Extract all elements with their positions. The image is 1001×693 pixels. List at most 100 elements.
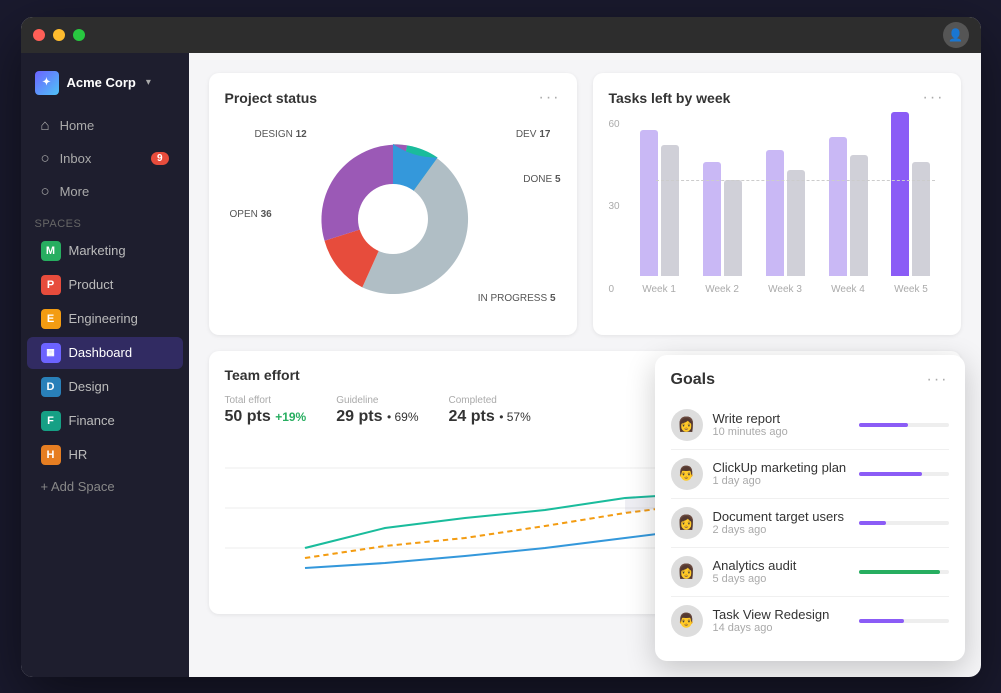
pie-chart-container: DEV 17 DONE 5 IN PROGRESS 5 OPEN 36 — [225, 119, 561, 319]
team-effort-title: Team effort — [225, 367, 300, 383]
stat-completed-label: Completed — [449, 395, 531, 406]
goal-item-taskview: 👨 Task View Redesign 14 days ago — [671, 597, 949, 645]
sidebar-item-dashboard[interactable]: ▦ Dashboard — [27, 337, 183, 369]
sidebar-item-finance[interactable]: F Finance — [27, 405, 183, 437]
sidebar-item-marketing[interactable]: M Marketing — [27, 235, 183, 267]
sidebar-item-more[interactable]: ○ More — [27, 176, 183, 207]
dashboard-label: Dashboard — [69, 345, 133, 360]
add-space-label: + Add Space — [41, 479, 115, 494]
dashboard-space-icon: ▦ — [41, 343, 61, 363]
sidebar-item-inbox[interactable]: ○ Inbox 9 — [27, 143, 183, 174]
week3-bars — [766, 100, 805, 276]
pie-label-dev: DEV 17 — [516, 129, 551, 140]
workspace-name: Acme Corp — [67, 75, 136, 90]
goal-time-clickup: 1 day ago — [713, 475, 849, 487]
sidebar-item-hr[interactable]: H HR — [27, 439, 183, 471]
stat-completed-pts: 24 pts — [449, 408, 495, 425]
hr-label: HR — [69, 447, 88, 462]
goal-time-write-report: 10 minutes ago — [713, 426, 849, 438]
sidebar: ✦ Acme Corp ▾ ⌂ Home ○ Inbox 9 ○ More Sp… — [21, 53, 189, 677]
finance-label: Finance — [69, 413, 115, 428]
app-body: ✦ Acme Corp ▾ ⌂ Home ○ Inbox 9 ○ More Sp… — [21, 53, 981, 677]
engineering-label: Engineering — [69, 311, 138, 326]
week4-group: Week 4 — [819, 100, 878, 295]
bar-chart-area: Week 1 Week 2 — [626, 119, 945, 319]
project-status-menu[interactable]: ··· — [539, 89, 561, 107]
goal-bar-fill-write-report — [859, 423, 909, 427]
goal-item-write-report: 👩 Write report 10 minutes ago — [671, 401, 949, 450]
week3-left-bar — [766, 150, 784, 276]
goals-header: Goals ··· — [671, 371, 949, 389]
sidebar-item-design[interactable]: D Design — [27, 371, 183, 403]
stat-guideline-value: 29 pts • 69% — [336, 408, 418, 426]
app-window: 👤 ✦ Acme Corp ▾ ⌂ Home ○ Inbox 9 ○ More — [21, 17, 981, 677]
more-icon: ○ — [41, 183, 50, 200]
week5-group: Week 5 — [882, 100, 941, 295]
bar-chart: 60 30 0 — [609, 119, 945, 319]
project-status-header: Project status ··· — [225, 89, 561, 107]
goal-info-write-report: Write report 10 minutes ago — [713, 411, 849, 438]
week2-left-bar — [703, 162, 721, 275]
product-label: Product — [69, 277, 114, 292]
marketing-label: Marketing — [69, 243, 126, 258]
tasks-by-week-card: Tasks left by week ··· 60 30 0 — [593, 73, 961, 335]
marketing-space-icon: M — [41, 241, 61, 261]
inbox-icon: ○ — [41, 150, 50, 167]
close-button[interactable] — [33, 29, 45, 41]
sidebar-item-engineering[interactable]: E Engineering — [27, 303, 183, 335]
week1-completed-bar — [661, 145, 679, 276]
stat-total-label: Total effort — [225, 395, 307, 406]
sidebar-inbox-label: Inbox — [60, 151, 92, 166]
goal-info-document: Document target users 2 days ago — [713, 509, 849, 536]
goals-menu[interactable]: ··· — [927, 371, 949, 389]
goal-item-document: 👩 Document target users 2 days ago — [671, 499, 949, 548]
goal-bar-taskview — [859, 619, 949, 623]
week5-left-bar — [891, 112, 909, 275]
goal-info-analytics: Analytics audit 5 days ago — [713, 558, 849, 585]
goal-item-analytics: 👩 Analytics audit 5 days ago — [671, 548, 949, 597]
maximize-button[interactable] — [73, 29, 85, 41]
hr-space-icon: H — [41, 445, 61, 465]
stat-completed-change: • 57% — [499, 410, 531, 424]
top-grid: Project status ··· — [209, 73, 961, 335]
goal-time-taskview: 14 days ago — [713, 622, 849, 634]
goal-name-analytics: Analytics audit — [713, 558, 849, 573]
week2-label: Week 2 — [705, 284, 739, 295]
minimize-button[interactable] — [53, 29, 65, 41]
week3-label: Week 3 — [768, 284, 802, 295]
goal-name-write-report: Write report — [713, 411, 849, 426]
spaces-section-label: Spaces — [21, 208, 189, 234]
goal-bar-fill-clickup — [859, 472, 922, 476]
goal-info-taskview: Task View Redesign 14 days ago — [713, 607, 849, 634]
pie-label-inprogress: IN PROGRESS 5 — [478, 293, 556, 304]
workspace-chevron-icon: ▾ — [146, 77, 151, 88]
sidebar-more-label: More — [60, 184, 90, 199]
week2-completed-bar — [724, 180, 742, 276]
sidebar-item-home[interactable]: ⌂ Home — [27, 110, 183, 141]
y-label-0: 0 — [609, 284, 620, 295]
product-space-icon: P — [41, 275, 61, 295]
stat-guideline: Guideline 29 pts • 69% — [336, 395, 418, 426]
goal-bar-document — [859, 521, 949, 525]
goal-bar-fill-analytics — [859, 570, 940, 574]
week4-completed-bar — [850, 155, 868, 276]
pie-label-open: OPEN 36 — [230, 209, 272, 220]
goals-title: Goals — [671, 371, 715, 389]
workspace-header[interactable]: ✦ Acme Corp ▾ — [21, 65, 189, 109]
avatar[interactable]: 👤 — [943, 22, 969, 48]
goals-card: Goals ··· 👩 Write report 10 minutes ago … — [655, 355, 965, 661]
goal-avatar-document: 👩 — [671, 507, 703, 539]
main-wrapper: Project status ··· — [189, 53, 981, 677]
bar-groups: Week 1 Week 2 — [626, 119, 945, 295]
goal-time-analytics: 5 days ago — [713, 573, 849, 585]
week3-completed-bar — [787, 170, 805, 276]
week1-label: Week 1 — [642, 284, 676, 295]
week5-completed-bar — [912, 162, 930, 275]
goal-name-clickup: ClickUp marketing plan — [713, 460, 849, 475]
goal-avatar-clickup: 👨 — [671, 458, 703, 490]
goal-bar-write-report — [859, 423, 949, 427]
add-space-button[interactable]: + Add Space — [27, 473, 183, 500]
sidebar-item-product[interactable]: P Product — [27, 269, 183, 301]
project-status-title: Project status — [225, 90, 318, 106]
week3-group: Week 3 — [756, 100, 815, 295]
